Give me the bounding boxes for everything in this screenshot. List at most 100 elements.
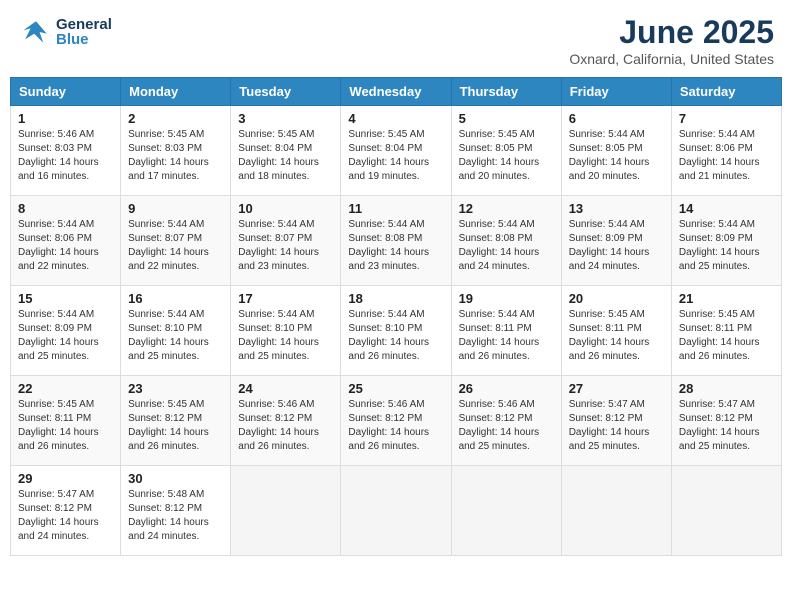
day-number: 7	[679, 111, 774, 126]
calendar-day-29: 29 Sunrise: 5:47 AMSunset: 8:12 PMDayligh…	[11, 466, 121, 556]
day-number: 12	[459, 201, 554, 216]
calendar-day-empty	[231, 466, 341, 556]
day-info: Sunrise: 5:45 AMSunset: 8:12 PMDaylight:…	[128, 398, 223, 454]
calendar-day-25: 25 Sunrise: 5:46 AMSunset: 8:12 PMDayligh…	[341, 376, 451, 466]
calendar-day-11: 11 Sunrise: 5:44 AMSunset: 8:08 PMDayligh…	[341, 196, 451, 286]
day-number: 10	[238, 201, 333, 216]
calendar-day-21: 21 Sunrise: 5:45 AMSunset: 8:11 PMDayligh…	[671, 286, 781, 376]
day-info: Sunrise: 5:44 AMSunset: 8:08 PMDaylight:…	[348, 218, 443, 274]
calendar-day-9: 9 Sunrise: 5:44 AMSunset: 8:07 PMDaylight…	[121, 196, 231, 286]
day-info: Sunrise: 5:47 AMSunset: 8:12 PMDaylight:…	[569, 398, 664, 454]
day-number: 20	[569, 291, 664, 306]
calendar-col-thursday: Thursday	[451, 78, 561, 106]
calendar-day-17: 17Sunrise: 5:44 AMSunset: 8:10 PMDayligh…	[231, 286, 341, 376]
day-number: 18	[348, 291, 443, 306]
day-info: Sunrise: 5:46 AMSunset: 8:12 PMDaylight:…	[348, 398, 443, 454]
location-text: Oxnard, California, United States	[569, 51, 774, 67]
calendar-day-5: 5 Sunrise: 5:45 AMSunset: 8:05 PMDaylight…	[451, 106, 561, 196]
day-number: 4	[348, 111, 443, 126]
calendar-day-empty	[341, 466, 451, 556]
logo-general-text: General	[56, 17, 112, 32]
day-number: 27	[569, 381, 664, 396]
calendar-header-row: SundayMondayTuesdayWednesdayThursdayFrid…	[11, 78, 782, 106]
calendar-day-8: 8 Sunrise: 5:44 AMSunset: 8:06 PMDaylight…	[11, 196, 121, 286]
day-info: Sunrise: 5:44 AMSunset: 8:06 PMDaylight:…	[18, 218, 113, 274]
calendar-week-2: 8 Sunrise: 5:44 AMSunset: 8:06 PMDaylight…	[11, 196, 782, 286]
day-info: Sunrise: 5:45 AMSunset: 8:04 PMDaylight:…	[238, 128, 333, 184]
day-number: 16	[128, 291, 223, 306]
title-section: June 2025 Oxnard, California, United Sta…	[569, 14, 774, 67]
day-number: 21	[679, 291, 774, 306]
calendar-week-4: 22Sunrise: 5:45 AMSunset: 8:11 PMDayligh…	[11, 376, 782, 466]
day-info: Sunrise: 5:48 AMSunset: 8:12 PMDaylight:…	[128, 488, 223, 544]
calendar-day-19: 19 Sunrise: 5:44 AMSunset: 8:11 PMDayligh…	[451, 286, 561, 376]
day-number: 2	[128, 111, 223, 126]
calendar-day-2: 2 Sunrise: 5:45 AMSunset: 8:03 PMDaylight…	[121, 106, 231, 196]
day-number: 14	[679, 201, 774, 216]
calendar-day-30: 30 Sunrise: 5:48 AMSunset: 8:12 PMDayligh…	[121, 466, 231, 556]
calendar-day-28: 28Sunrise: 5:47 AMSunset: 8:12 PMDayligh…	[671, 376, 781, 466]
day-number: 8	[18, 201, 113, 216]
logo-text: General Blue	[56, 17, 112, 47]
calendar-week-5: 29 Sunrise: 5:47 AMSunset: 8:12 PMDayligh…	[11, 466, 782, 556]
day-info: Sunrise: 5:44 AMSunset: 8:09 PMDaylight:…	[18, 308, 113, 364]
day-info: Sunrise: 5:45 AMSunset: 8:11 PMDaylight:…	[569, 308, 664, 364]
day-number: 1	[18, 111, 113, 126]
day-number: 6	[569, 111, 664, 126]
day-info: Sunrise: 5:44 AMSunset: 8:05 PMDaylight:…	[569, 128, 664, 184]
day-info: Sunrise: 5:45 AMSunset: 8:05 PMDaylight:…	[459, 128, 554, 184]
calendar-day-20: 20 Sunrise: 5:45 AMSunset: 8:11 PMDayligh…	[561, 286, 671, 376]
day-info: Sunrise: 5:46 AMSunset: 8:12 PMDaylight:…	[238, 398, 333, 454]
calendar-day-27: 27 Sunrise: 5:47 AMSunset: 8:12 PMDayligh…	[561, 376, 671, 466]
calendar-week-3: 15Sunrise: 5:44 AMSunset: 8:09 PMDayligh…	[11, 286, 782, 376]
day-info: Sunrise: 5:45 AMSunset: 8:11 PMDaylight:…	[18, 398, 113, 454]
day-number: 19	[459, 291, 554, 306]
calendar-col-monday: Monday	[121, 78, 231, 106]
day-number: 26	[459, 381, 554, 396]
calendar-day-15: 15Sunrise: 5:44 AMSunset: 8:09 PMDayligh…	[11, 286, 121, 376]
calendar-day-22: 22Sunrise: 5:45 AMSunset: 8:11 PMDayligh…	[11, 376, 121, 466]
day-info: Sunrise: 5:44 AMSunset: 8:07 PMDaylight:…	[128, 218, 223, 274]
day-info: Sunrise: 5:45 AMSunset: 8:04 PMDaylight:…	[348, 128, 443, 184]
calendar-day-empty	[671, 466, 781, 556]
day-number: 9	[128, 201, 223, 216]
day-info: Sunrise: 5:47 AMSunset: 8:12 PMDaylight:…	[18, 488, 113, 544]
day-number: 29	[18, 471, 113, 486]
day-number: 13	[569, 201, 664, 216]
calendar-day-18: 18 Sunrise: 5:44 AMSunset: 8:10 PMDayligh…	[341, 286, 451, 376]
day-info: Sunrise: 5:44 AMSunset: 8:09 PMDaylight:…	[569, 218, 664, 274]
day-number: 28	[679, 381, 774, 396]
day-number: 5	[459, 111, 554, 126]
day-info: Sunrise: 5:44 AMSunset: 8:10 PMDaylight:…	[128, 308, 223, 364]
calendar-col-saturday: Saturday	[671, 78, 781, 106]
calendar-day-4: 4 Sunrise: 5:45 AMSunset: 8:04 PMDaylight…	[341, 106, 451, 196]
day-info: Sunrise: 5:45 AMSunset: 8:11 PMDaylight:…	[679, 308, 774, 364]
calendar-day-1: 1 Sunrise: 5:46 AMSunset: 8:03 PMDaylight…	[11, 106, 121, 196]
calendar-day-7: 7 Sunrise: 5:44 AMSunset: 8:06 PMDaylight…	[671, 106, 781, 196]
day-info: Sunrise: 5:45 AMSunset: 8:03 PMDaylight:…	[128, 128, 223, 184]
day-info: Sunrise: 5:46 AMSunset: 8:03 PMDaylight:…	[18, 128, 113, 184]
calendar-day-12: 12Sunrise: 5:44 AMSunset: 8:08 PMDayligh…	[451, 196, 561, 286]
calendar-day-24: 24Sunrise: 5:46 AMSunset: 8:12 PMDayligh…	[231, 376, 341, 466]
calendar-day-14: 14Sunrise: 5:44 AMSunset: 8:09 PMDayligh…	[671, 196, 781, 286]
day-info: Sunrise: 5:44 AMSunset: 8:10 PMDaylight:…	[348, 308, 443, 364]
day-number: 25	[348, 381, 443, 396]
calendar-day-16: 16 Sunrise: 5:44 AMSunset: 8:10 PMDayligh…	[121, 286, 231, 376]
day-number: 30	[128, 471, 223, 486]
calendar-day-3: 3 Sunrise: 5:45 AMSunset: 8:04 PMDaylight…	[231, 106, 341, 196]
day-number: 11	[348, 201, 443, 216]
day-number: 3	[238, 111, 333, 126]
day-info: Sunrise: 5:46 AMSunset: 8:12 PMDaylight:…	[459, 398, 554, 454]
day-info: Sunrise: 5:44 AMSunset: 8:11 PMDaylight:…	[459, 308, 554, 364]
day-info: Sunrise: 5:44 AMSunset: 8:07 PMDaylight:…	[238, 218, 333, 274]
logo-blue-text: Blue	[56, 32, 112, 47]
day-info: Sunrise: 5:44 AMSunset: 8:06 PMDaylight:…	[679, 128, 774, 184]
logo-icon	[18, 14, 54, 50]
calendar-day-10: 10 Sunrise: 5:44 AMSunset: 8:07 PMDayligh…	[231, 196, 341, 286]
calendar-col-tuesday: Tuesday	[231, 78, 341, 106]
calendar-table: SundayMondayTuesdayWednesdayThursdayFrid…	[10, 77, 782, 556]
day-info: Sunrise: 5:44 AMSunset: 8:10 PMDaylight:…	[238, 308, 333, 364]
calendar-col-wednesday: Wednesday	[341, 78, 451, 106]
calendar-day-empty	[451, 466, 561, 556]
calendar-day-empty	[561, 466, 671, 556]
